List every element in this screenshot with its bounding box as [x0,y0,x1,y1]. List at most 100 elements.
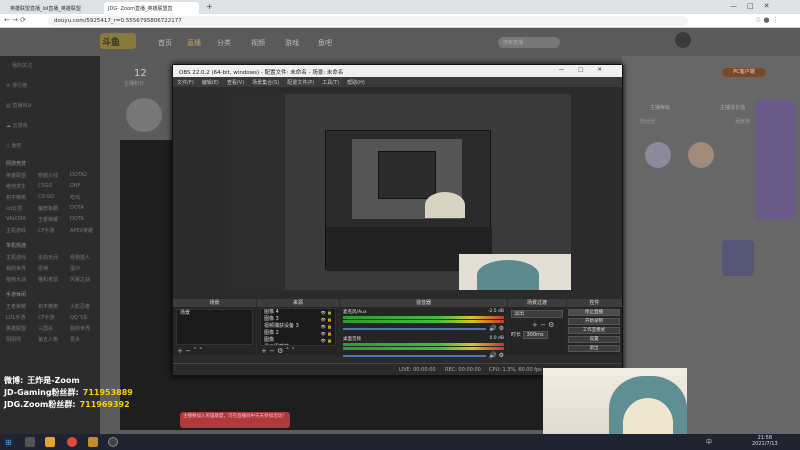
sidebar-category-link[interactable]: VALORA [6,216,26,222]
sidebar-item-yuba[interactable]: ◇ 鱼吧 [6,142,21,149]
obs-control-button[interactable]: 设置 [568,336,620,343]
taskbar-lang[interactable]: 中 [706,437,712,446]
source-item[interactable]: 图像 2 👁 🔒 [261,330,335,337]
obs-window[interactable]: OBS 22.0.2 (64-bit, windows) - 配置文件: 未命名… [172,64,623,376]
address-bar[interactable]: douyu.com/5925417_r=0.5556795806722177 [48,16,688,26]
visibility-lock-icon[interactable]: 👁 🔒 [321,323,332,330]
sidebar-category-link[interactable]: LOL手游 [6,314,25,321]
nav-game[interactable]: 游戏 [285,38,299,48]
sidebar-category-link[interactable]: DOTA2 [70,172,87,178]
sidebar-category-link[interactable]: 植物大战 [6,276,26,283]
gift-icon[interactable] [645,142,671,168]
nav-video[interactable]: 视频 [251,38,265,48]
windows-start-icon[interactable]: ⊞ [5,438,12,447]
search-icon[interactable] [25,437,35,447]
sidebar-category-link[interactable]: 和平精英 [38,303,58,310]
back-icon[interactable]: ← → ⟳ [4,16,26,24]
sidebar-category-link[interactable]: 英雄联盟 [6,325,26,332]
extensions-icon[interactable]: ☆ ● ⋮ [755,16,779,24]
gear-icon[interactable]: ⚙ [499,352,504,359]
volume-slider[interactable] [343,327,487,330]
sidebar-category-link[interactable]: 主机游戏 [6,227,26,234]
sidebar-category-link[interactable]: 我的世界 [6,265,26,272]
sidebar-item-follow[interactable]: ♡ 我的关注 [6,62,32,69]
sidebar-category-link[interactable]: 和平精英 [6,194,26,201]
gear-icon[interactable]: ⚙ [499,325,504,332]
obs-window-controls[interactable]: —□✕ [559,67,616,73]
right-tab-fans[interactable]: 粉丝团 [640,118,655,125]
streamer-avatar[interactable] [126,98,162,132]
obs-control-button[interactable]: 工作室模式 [568,327,620,334]
window-controls[interactable]: —□✕ [730,2,779,10]
gift-icon[interactable] [688,142,714,168]
site-logo[interactable]: 斗鱼 [100,33,136,49]
sidebar-category-link[interactable]: 蛋仔 [70,265,80,272]
sidebar-category-link[interactable]: 王者荣耀 [6,303,26,310]
obs-menu-item[interactable]: 帮助(H) [347,80,365,86]
transition-toolbar[interactable]: + − ⚙ [508,321,566,329]
sidebar-category-link[interactable]: 主机游戏 [6,254,26,261]
sidebar-category-link[interactable]: 原神 [38,265,48,272]
sidebar-category-link[interactable]: 猫和老鼠 [38,276,58,283]
scene-item[interactable]: 场景 [177,310,252,317]
source-toolbar[interactable]: + − ⚙ ˄ ˅ [257,347,339,355]
sidebar-category-link[interactable]: DOTA [70,216,84,222]
sidebar-category-link[interactable]: CSGO [38,183,52,189]
sidebar-category-link[interactable]: DNF [70,183,80,189]
volume-slider[interactable] [343,354,487,357]
obs-icon[interactable] [108,437,118,447]
speaker-icon[interactable]: 🔊 [489,352,496,359]
sidebar-category-link[interactable]: 我的世界 [70,325,90,332]
source-item[interactable]: 显示器捕获 👁 🔒 [261,344,335,345]
sidebar-item-cloud[interactable]: ☁ 云游戏 [6,122,28,129]
obs-titlebar[interactable]: OBS 22.0.2 (64-bit, windows) - 配置文件: 未命名… [173,65,622,77]
sidebar-category-link[interactable]: 三国杀 [38,325,53,332]
file-explorer-icon[interactable] [45,437,55,447]
sidebar-category-link[interactable]: CF手游 [38,314,54,321]
obs-menu-item[interactable]: 编辑(E) [202,80,219,86]
obs-menu-item[interactable]: 查看(V) [227,80,244,86]
browser-tab-active[interactable]: JDG- Zoom直播_英雄联盟直 [104,2,199,14]
obs-menu-item[interactable]: 配置文件(P) [287,80,314,86]
pc-client-badge[interactable]: PC客户端 [722,68,766,77]
avatar[interactable] [675,32,691,48]
obs-menu-item[interactable]: 场景集合(S) [252,80,279,86]
sidebar-category-link[interactable]: 穿越火线 [38,172,58,179]
nav-live[interactable]: 直播 [187,38,201,48]
duration-input[interactable]: 300ms [522,331,548,339]
scene-toolbar[interactable]: + − ˄ ˅ [173,347,256,355]
right-tab-contrib[interactable]: 贡献榜 [735,118,750,125]
visibility-lock-icon[interactable]: 👁 🔒 [321,316,332,323]
promo-banner[interactable] [755,100,795,220]
sidebar-category-link[interactable]: 更多 [70,336,80,343]
source-item[interactable]: 图像 👁 🔒 [261,337,335,344]
nav-home[interactable]: 首页 [158,38,172,48]
sidebar-category-link[interactable]: QQ飞车 [70,314,88,321]
obs-control-button[interactable]: 退出 [568,345,620,352]
sidebar-category-link[interactable]: 永劫无间 [38,254,58,261]
visibility-lock-icon[interactable]: 👁 🔒 [321,309,332,316]
source-item[interactable]: 视频捕获设备 3 👁 🔒 [261,323,335,330]
sidebar-category-link[interactable]: 魔兽争霸 [38,205,58,212]
visibility-lock-icon[interactable]: 👁 🔒 [321,330,332,337]
sidebar-category-link[interactable]: 英雄联盟 [6,172,26,179]
obs-menu-item[interactable]: 工具(T) [322,80,339,86]
source-item[interactable]: 图像 4 👁 🔒 [261,309,335,316]
sidebar-category-link[interactable]: APEX英雄 [70,227,93,234]
sidebar-category-link[interactable]: 绝地求生 [6,183,26,190]
obs-control-button[interactable]: 停止直播 [568,309,620,316]
source-item[interactable]: 图像 3 👁 🔒 [261,316,335,323]
nav-yuba[interactable]: 鱼吧 [318,38,332,48]
sidebar-category-link[interactable]: CF手游 [38,227,54,234]
sidebar-category-link[interactable]: CS:GO [38,194,54,200]
sidebar-category-link[interactable]: 阴阳师 [6,336,21,343]
sidebar-category-link[interactable]: DOTA [70,205,84,211]
chrome-icon[interactable] [67,437,77,447]
new-tab-button[interactable]: + [206,2,213,11]
sidebar-category-link[interactable]: 第五人格 [38,336,58,343]
sidebar-category-link[interactable]: 怪物猎人 [70,254,90,261]
app-icon[interactable] [88,437,98,447]
transition-select[interactable]: 淡出 [511,310,563,318]
sidebar-category-link[interactable]: 吃鸡 [70,194,80,201]
visibility-lock-icon[interactable]: 👁 🔒 [321,337,332,344]
